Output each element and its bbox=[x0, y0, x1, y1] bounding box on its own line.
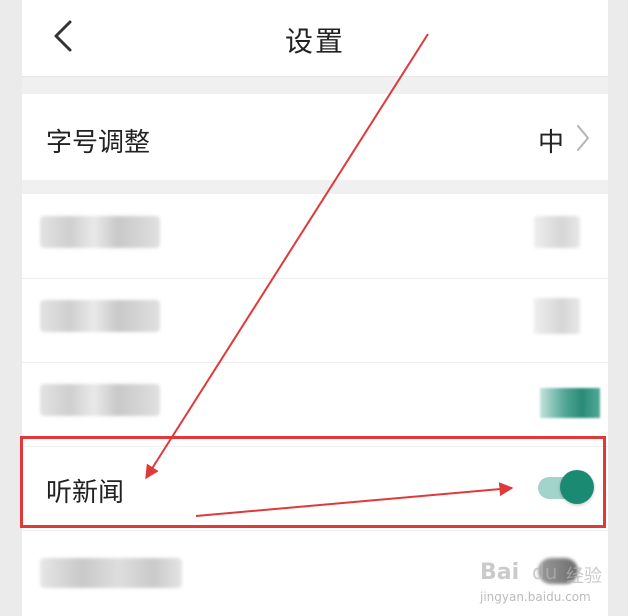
blurred-setting-row[interactable] bbox=[22, 362, 608, 447]
top-bar: 设置 bbox=[22, 0, 608, 77]
blurred-setting-row[interactable] bbox=[22, 278, 608, 363]
section-divider bbox=[22, 77, 608, 94]
chevron-right-icon bbox=[577, 125, 589, 151]
watermark-paw: du bbox=[532, 560, 558, 584]
watermark-cn: 经验 bbox=[566, 566, 602, 587]
font-size-value: 中 bbox=[537, 128, 564, 158]
blurred-label bbox=[40, 216, 160, 248]
blurred-label bbox=[40, 384, 160, 416]
blurred-label bbox=[40, 300, 160, 332]
blurred-toggle[interactable] bbox=[540, 388, 600, 418]
blurred-label bbox=[40, 558, 182, 588]
blurred-setting-row[interactable] bbox=[22, 194, 608, 279]
blurred-value bbox=[534, 216, 580, 248]
annotation-highlight-box bbox=[20, 436, 606, 528]
blurred-value bbox=[534, 298, 580, 334]
watermark-url: jingyan.baidu.com bbox=[480, 590, 591, 604]
baidu-jingyan-watermark: Bai du 经验 jingyan.baidu.com bbox=[480, 560, 620, 610]
right-bezel bbox=[608, 0, 628, 616]
left-bezel bbox=[0, 0, 22, 616]
section-divider bbox=[22, 180, 608, 194]
font-size-row[interactable]: 字号调整 中 bbox=[22, 94, 608, 180]
watermark-logo: Bai bbox=[480, 560, 520, 585]
page-title: 设置 bbox=[284, 25, 345, 58]
font-size-label: 字号调整 bbox=[46, 128, 151, 158]
